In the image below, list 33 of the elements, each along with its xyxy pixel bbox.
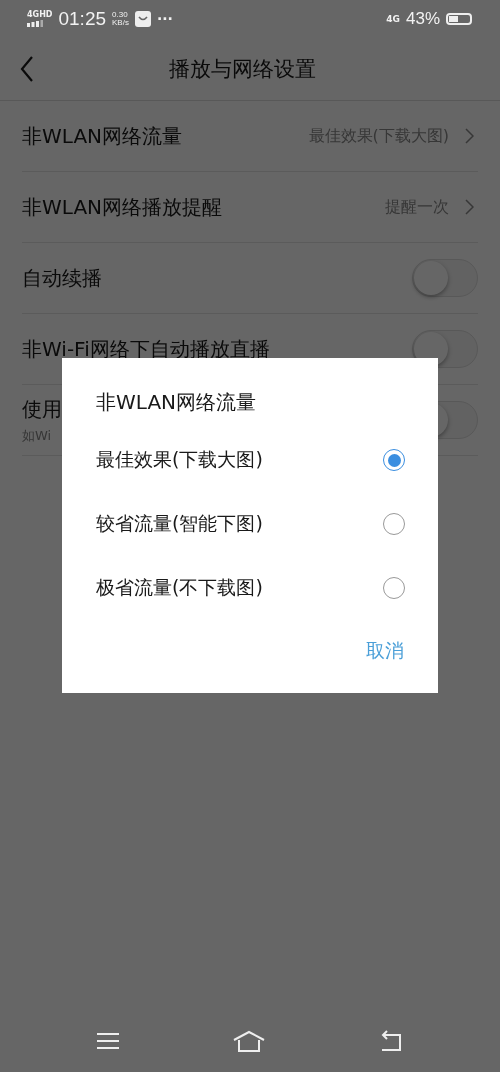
option-label: 极省流量(不下载图) bbox=[96, 575, 263, 600]
option-label: 最佳效果(下载大图) bbox=[96, 447, 263, 472]
radio-option[interactable]: 极省流量(不下载图) bbox=[96, 556, 405, 620]
home-icon bbox=[232, 1030, 266, 1052]
back-icon bbox=[20, 56, 34, 82]
setting-label: 自动续播 bbox=[22, 264, 102, 292]
cancel-button[interactable]: 取消 bbox=[366, 634, 404, 668]
page-title: 播放与网络设置 bbox=[167, 56, 317, 83]
signal-icon bbox=[27, 20, 43, 27]
network-type: 4G bbox=[27, 11, 40, 19]
clock-time: 01:25 bbox=[58, 8, 107, 30]
menu-icon bbox=[96, 1032, 120, 1050]
setting-label: 非WLAN网络播放提醒 bbox=[22, 193, 223, 221]
toggle-switch[interactable] bbox=[412, 330, 478, 368]
bag-icon bbox=[134, 11, 151, 27]
toggle-switch[interactable] bbox=[412, 259, 478, 297]
more-dots: ··· bbox=[156, 11, 173, 27]
speed-value: 0.30 bbox=[112, 11, 129, 19]
speed-unit: KB/s bbox=[112, 19, 129, 27]
hd-label: HD bbox=[39, 11, 53, 19]
battery-icon bbox=[446, 13, 472, 25]
setting-label: 使用 bbox=[22, 395, 62, 423]
data-type: 4G bbox=[386, 14, 400, 24]
settings-row[interactable]: 自动续播 bbox=[22, 243, 478, 314]
chevron-right-icon bbox=[465, 128, 474, 144]
setting-label: 非Wi-Fi网络下自动播放直播 bbox=[22, 335, 270, 363]
radio-option[interactable]: 较省流量(智能下图) bbox=[96, 492, 405, 556]
setting-label: 非WLAN网络流量 bbox=[22, 122, 183, 150]
option-label: 较省流量(智能下图) bbox=[96, 511, 263, 536]
battery-percent: 43% bbox=[405, 9, 440, 29]
radio-option[interactable]: 最佳效果(下载大图) bbox=[96, 428, 405, 492]
chevron-right-icon bbox=[465, 199, 474, 215]
dialog-title: 非WLAN网络流量 bbox=[96, 389, 258, 416]
